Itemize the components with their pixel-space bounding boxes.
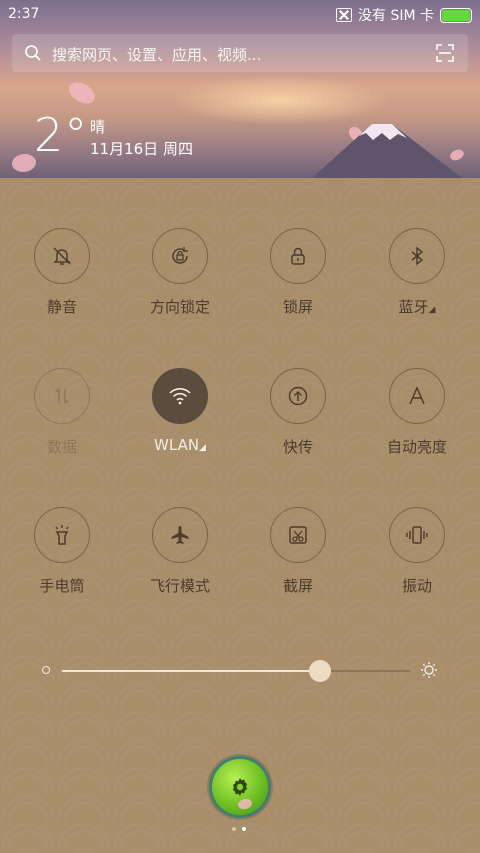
toggle-circle[interactable] — [389, 228, 445, 284]
page-indicator — [232, 827, 246, 831]
toggle-circle[interactable] — [34, 368, 90, 424]
toggle-lock-screen[interactable]: 锁屏 — [243, 228, 353, 328]
status-time: 2:37 — [8, 6, 40, 22]
toggle-label: 快传 — [282, 438, 313, 456]
battery-fill — [442, 9, 470, 21]
toggle-circle[interactable] — [389, 507, 445, 563]
toggle-circle[interactable] — [34, 507, 90, 563]
weather-date: 11月16日 周四 — [90, 140, 193, 158]
sim-status-text: 没有 SIM 卡 — [358, 8, 434, 24]
toggle-airplane-mode[interactable]: 飞行模式 — [125, 507, 235, 607]
toggle-screenshot[interactable]: 截屏 — [243, 507, 353, 607]
brightness-slider-fill — [62, 670, 320, 672]
expand-corner-icon: ◢ — [428, 305, 436, 315]
search-icon — [25, 45, 41, 61]
toggle-quick-share[interactable]: 快传 — [243, 368, 353, 468]
toggle-label: 截屏 — [282, 577, 313, 595]
weather-condition: 晴 — [90, 118, 106, 136]
status-right: 没有 SIM 卡 — [336, 5, 472, 25]
toggle-bluetooth[interactable]: 蓝牙◢ — [362, 228, 472, 328]
status-bar: 2:37 没有 SIM 卡 — [0, 0, 480, 28]
vibrate-icon — [406, 526, 428, 544]
toggle-label: 静音 — [46, 298, 77, 316]
toggle-circle[interactable] — [270, 507, 326, 563]
battery-icon — [440, 7, 472, 23]
upload-icon — [288, 386, 308, 406]
bluetooth-icon — [411, 246, 424, 266]
toggle-label-text: WLAN — [154, 436, 200, 454]
toggle-circle[interactable] — [152, 368, 208, 424]
toggle-circle[interactable] — [389, 368, 445, 424]
toggle-label: 飞行模式 — [149, 577, 210, 595]
toggle-label: 蓝牙◢ — [362, 296, 472, 317]
data-arrows-icon — [55, 388, 69, 404]
no-sim-icon — [336, 8, 352, 22]
toggle-circle[interactable] — [270, 228, 326, 284]
brightness-slider-knob[interactable] — [308, 660, 331, 682]
toggle-circle[interactable] — [152, 228, 208, 284]
toggle-vibrate[interactable]: 振动 — [362, 507, 472, 607]
search-bar[interactable]: 搜索网页、设置、应用、视频... — [12, 34, 468, 72]
toggle-circle[interactable] — [34, 228, 90, 284]
toggle-label: 锁屏 — [282, 298, 313, 316]
toggle-circle[interactable] — [152, 507, 208, 563]
mountain-icon — [312, 124, 462, 178]
toggle-label-text: 蓝牙 — [398, 298, 429, 316]
auto-brightness-icon — [409, 386, 425, 405]
page-dot-active — [242, 827, 246, 831]
airplane-icon — [171, 526, 189, 544]
petal-decoration — [65, 78, 99, 108]
rotation-lock-icon — [172, 247, 188, 264]
toggle-wlan[interactable]: WLAN◢ — [125, 368, 235, 468]
toggle-rotation-lock[interactable]: 方向锁定 — [125, 228, 235, 328]
toggle-label: 自动亮度 — [386, 438, 447, 456]
toggle-auto-brightness[interactable]: 自动亮度 — [362, 368, 472, 468]
search-placeholder: 搜索网页、设置、应用、视频... — [52, 46, 262, 64]
toggle-label: 数据 — [46, 438, 77, 456]
toggle-silent[interactable]: 静音 — [7, 228, 117, 328]
toggle-label: WLAN◢ — [125, 436, 235, 454]
brightness-high-icon — [421, 662, 437, 678]
settings-button[interactable] — [212, 759, 268, 815]
lock-icon — [291, 247, 305, 265]
scan-icon[interactable] — [436, 44, 454, 62]
weather-temperature[interactable]: 2° — [34, 108, 88, 162]
brightness-low-icon — [42, 666, 50, 674]
flashlight-icon — [55, 525, 69, 545]
gear-icon — [232, 778, 248, 796]
expand-corner-icon: ◢ — [199, 443, 206, 453]
bell-off-icon — [53, 247, 71, 265]
toggle-mobile-data[interactable]: 数据 — [7, 368, 117, 468]
petal-decoration — [236, 796, 254, 812]
toggle-flashlight[interactable]: 手电筒 — [7, 507, 117, 607]
notification-header: 2:37 没有 SIM 卡 搜索网页、设置、应用、视频... 2° 晴 11月1… — [0, 0, 480, 178]
toggle-label: 方向锁定 — [149, 298, 210, 316]
toggle-circle[interactable] — [270, 368, 326, 424]
toggle-label: 手电筒 — [39, 577, 85, 595]
screenshot-icon — [289, 526, 307, 544]
toggle-label: 振动 — [401, 577, 432, 595]
wifi-icon — [169, 388, 191, 405]
page-dot — [232, 827, 236, 831]
